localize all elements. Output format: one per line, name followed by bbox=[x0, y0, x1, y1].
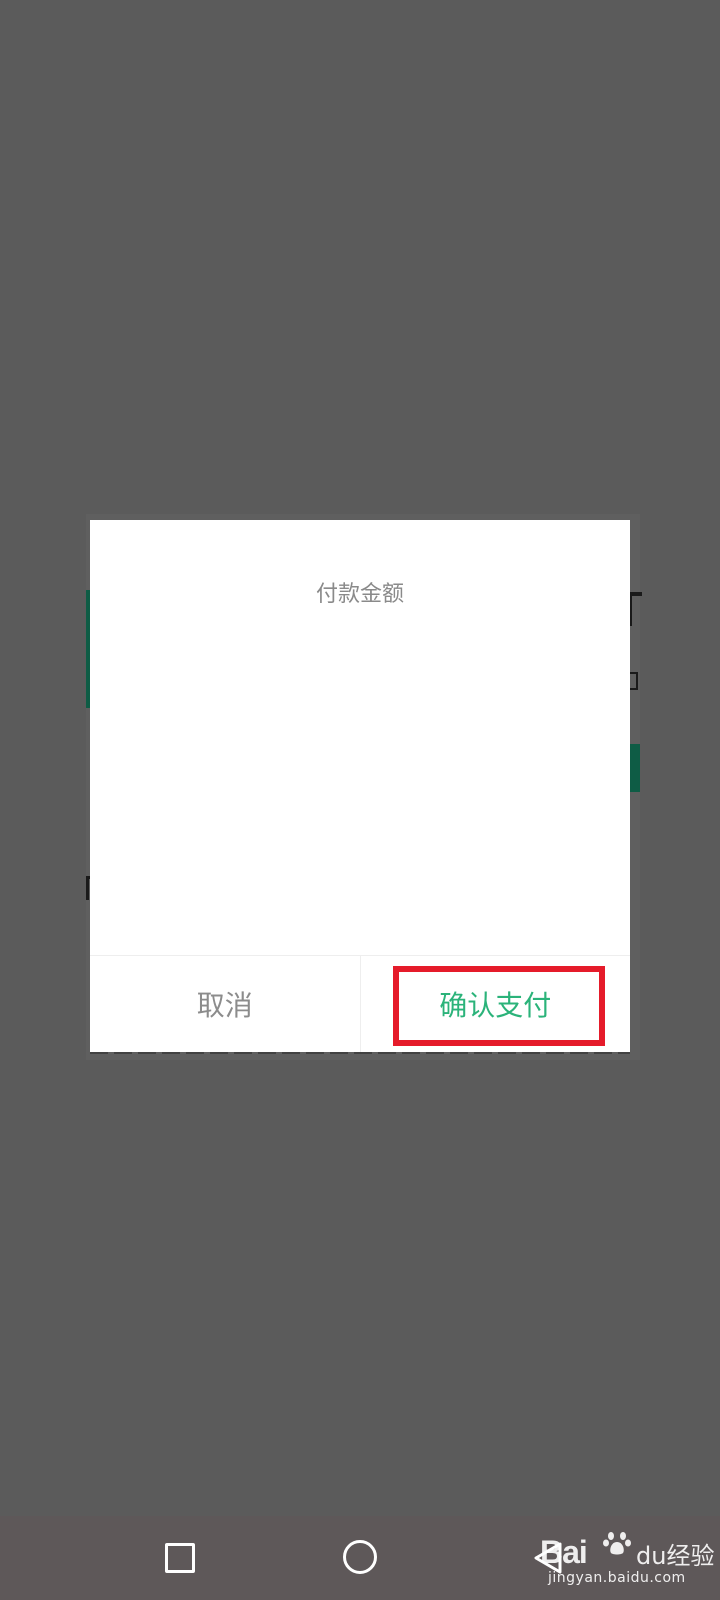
payment-dialog: 付款金额 取消 确认支付 bbox=[90, 520, 630, 1052]
watermark-url: jingyan.baidu.com bbox=[548, 1570, 686, 1586]
watermark-logo: Bai bbox=[540, 1534, 588, 1570]
recents-square-icon[interactable] bbox=[165, 1543, 195, 1573]
cancel-button[interactable]: 取消 bbox=[90, 956, 361, 1052]
watermark-brand-suffix: du经验 bbox=[636, 1542, 715, 1570]
dialog-actions: 取消 确认支付 bbox=[90, 955, 630, 1052]
paw-icon bbox=[603, 1532, 631, 1555]
home-circle-icon[interactable] bbox=[343, 1540, 377, 1574]
background-text-fragment bbox=[628, 592, 642, 626]
confirm-payment-button[interactable]: 确认支付 bbox=[361, 956, 631, 1052]
dialog-title: 付款金额 bbox=[315, 582, 404, 607]
baidu-watermark: Bai du经验 jingyan.baidu.com bbox=[540, 1528, 715, 1588]
